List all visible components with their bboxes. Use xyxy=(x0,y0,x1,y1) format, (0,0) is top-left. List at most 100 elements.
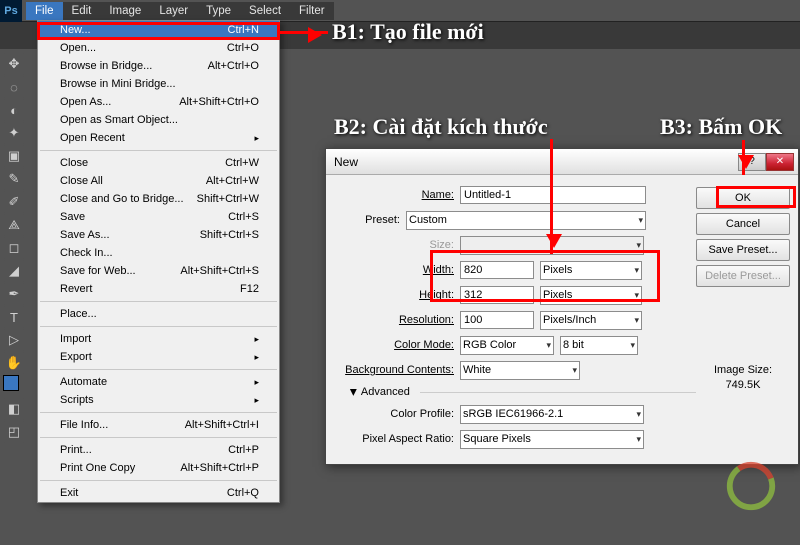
arrow-b1-icon xyxy=(280,31,328,34)
dialog-titlebar[interactable]: New ? ✕ xyxy=(326,149,798,175)
file-menu-item[interactable]: Browse in Bridge...Alt+Ctrl+O xyxy=(38,57,279,75)
bg-label: Background Contents: xyxy=(334,364,460,376)
height-label: Height: xyxy=(334,289,460,301)
file-menu-item[interactable]: Automate xyxy=(38,373,279,391)
lasso-tool-icon[interactable]: ◐ xyxy=(3,99,25,121)
resolution-label: Resolution: xyxy=(334,314,460,326)
move-tool-icon[interactable]: ✥ xyxy=(3,53,25,75)
new-dialog: New ? ✕ Name: Preset: Custom Size: Width… xyxy=(325,148,799,465)
menu-image[interactable]: Image xyxy=(100,2,150,20)
file-menu-item[interactable]: RevertF12 xyxy=(38,280,279,298)
file-menu-item[interactable]: File Info...Alt+Shift+Ctrl+I xyxy=(38,416,279,434)
hand-tool-icon[interactable]: ✋ xyxy=(3,352,25,374)
file-menu-item[interactable]: CloseCtrl+W xyxy=(38,154,279,172)
type-tool-icon[interactable]: T xyxy=(3,306,25,328)
app-topbar: Ps FileEditImageLayerTypeSelectFilter xyxy=(0,0,800,21)
name-label: Name: xyxy=(334,189,460,201)
close-button-icon[interactable]: ✕ xyxy=(766,153,794,171)
height-unit-select[interactable]: Pixels xyxy=(540,286,642,305)
file-menu-item[interactable]: Close AllAlt+Ctrl+W xyxy=(38,172,279,190)
menu-separator xyxy=(40,369,277,370)
image-size-readout: Image Size: 749.5K xyxy=(696,363,790,394)
dialog-title: New xyxy=(334,155,358,169)
cancel-button[interactable]: Cancel xyxy=(696,213,790,235)
stamp-tool-icon[interactable]: ⟁ xyxy=(3,214,25,236)
file-menu-item[interactable]: Open...Ctrl+O xyxy=(38,39,279,57)
menu-edit[interactable]: Edit xyxy=(63,2,101,20)
preset-label: Preset: xyxy=(334,214,406,226)
file-menu-item[interactable]: Open As...Alt+Shift+Ctrl+O xyxy=(38,93,279,111)
menu-file[interactable]: File xyxy=(26,2,63,20)
resolution-unit-select[interactable]: Pixels/Inch xyxy=(540,311,642,330)
marquee-tool-icon[interactable]: ◌ xyxy=(3,76,25,98)
height-input[interactable] xyxy=(460,286,534,304)
file-menu-item[interactable]: New...Ctrl+N xyxy=(38,21,279,39)
menu-bar: FileEditImageLayerTypeSelectFilter xyxy=(26,2,334,20)
file-menu-item[interactable]: Open as Smart Object... xyxy=(38,111,279,129)
color-swatch[interactable] xyxy=(3,375,25,397)
watermark-logo-icon xyxy=(722,457,780,515)
menu-layer[interactable]: Layer xyxy=(150,2,197,20)
ok-button[interactable]: OK xyxy=(696,187,790,209)
screen-mode-icon[interactable]: ◰ xyxy=(3,421,25,443)
width-unit-select[interactable]: Pixels xyxy=(540,261,642,280)
photoshop-logo-icon: Ps xyxy=(0,0,22,22)
menu-separator xyxy=(40,326,277,327)
file-menu-item[interactable]: Export xyxy=(38,348,279,366)
file-menu-item[interactable]: Check In... xyxy=(38,244,279,262)
file-menu-item[interactable]: Place... xyxy=(38,305,279,323)
file-menu-item[interactable]: Print...Ctrl+P xyxy=(38,441,279,459)
annotation-b1: B1: Tạo file mới xyxy=(332,19,484,45)
quickmask-icon[interactable]: ◧ xyxy=(3,398,25,420)
advanced-toggle[interactable]: ▶ Advanced xyxy=(350,386,696,398)
path-tool-icon[interactable]: ▷ xyxy=(3,329,25,351)
menu-select[interactable]: Select xyxy=(240,2,290,20)
preset-select[interactable]: Custom xyxy=(406,211,646,230)
annotation-b2: B2: Cài đặt kích thước xyxy=(334,114,548,140)
menu-separator xyxy=(40,412,277,413)
arrow-b3-icon xyxy=(742,140,745,175)
profile-select[interactable]: sRGB IEC61966-2.1 xyxy=(460,405,644,424)
disclosure-triangle-icon: ▶ xyxy=(348,389,359,396)
wand-tool-icon[interactable]: ✦ xyxy=(3,122,25,144)
colormode-select[interactable]: RGB Color xyxy=(460,336,554,355)
delete-preset-button: Delete Preset... xyxy=(696,265,790,287)
file-menu-item[interactable]: Scripts xyxy=(38,391,279,409)
file-menu-item[interactable]: Print One CopyAlt+Shift+Ctrl+P xyxy=(38,459,279,477)
annotation-b3: B3: Bấm OK xyxy=(660,114,782,140)
arrow-b2-icon xyxy=(550,139,553,254)
menu-type[interactable]: Type xyxy=(197,2,240,20)
file-menu-item[interactable]: Save As...Shift+Ctrl+S xyxy=(38,226,279,244)
bg-select[interactable]: White xyxy=(460,361,580,380)
file-menu-item[interactable]: Save for Web...Alt+Shift+Ctrl+S xyxy=(38,262,279,280)
crop-tool-icon[interactable]: ▣ xyxy=(3,145,25,167)
file-menu-item[interactable]: Import xyxy=(38,330,279,348)
file-menu-item[interactable]: ExitCtrl+Q xyxy=(38,484,279,502)
file-menu-item[interactable]: Browse in Mini Bridge... xyxy=(38,75,279,93)
par-select[interactable]: Square Pixels xyxy=(460,430,644,449)
file-menu-item[interactable]: Close and Go to Bridge...Shift+Ctrl+W xyxy=(38,190,279,208)
menu-separator xyxy=(40,301,277,302)
save-preset-button[interactable]: Save Preset... xyxy=(696,239,790,261)
brush-tool-icon[interactable]: ✐ xyxy=(3,191,25,213)
tool-panel: ✥ ◌ ◐ ✦ ▣ ✎ ✐ ⟁ ◻ ◢ ✒ T ▷ ✋ ◧ ◰ xyxy=(0,50,28,446)
pen-tool-icon[interactable]: ✒ xyxy=(3,283,25,305)
file-menu-item[interactable]: SaveCtrl+S xyxy=(38,208,279,226)
bitdepth-select[interactable]: 8 bit xyxy=(560,336,638,355)
colormode-label: Color Mode: xyxy=(334,339,460,351)
eyedropper-tool-icon[interactable]: ✎ xyxy=(3,168,25,190)
menu-separator xyxy=(40,480,277,481)
width-input[interactable] xyxy=(460,261,534,279)
file-menu-item[interactable]: Open Recent xyxy=(38,129,279,147)
profile-label: Color Profile: xyxy=(334,408,460,420)
file-menu-dropdown: New...Ctrl+NOpen...Ctrl+OBrowse in Bridg… xyxy=(37,20,280,503)
menu-separator xyxy=(40,437,277,438)
gradient-tool-icon[interactable]: ◢ xyxy=(3,260,25,282)
resolution-input[interactable] xyxy=(460,311,534,329)
menu-separator xyxy=(40,150,277,151)
menu-filter[interactable]: Filter xyxy=(290,2,334,20)
eraser-tool-icon[interactable]: ◻ xyxy=(3,237,25,259)
name-input[interactable] xyxy=(460,186,646,204)
par-label: Pixel Aspect Ratio: xyxy=(334,433,460,445)
size-label: Size: xyxy=(334,239,460,251)
